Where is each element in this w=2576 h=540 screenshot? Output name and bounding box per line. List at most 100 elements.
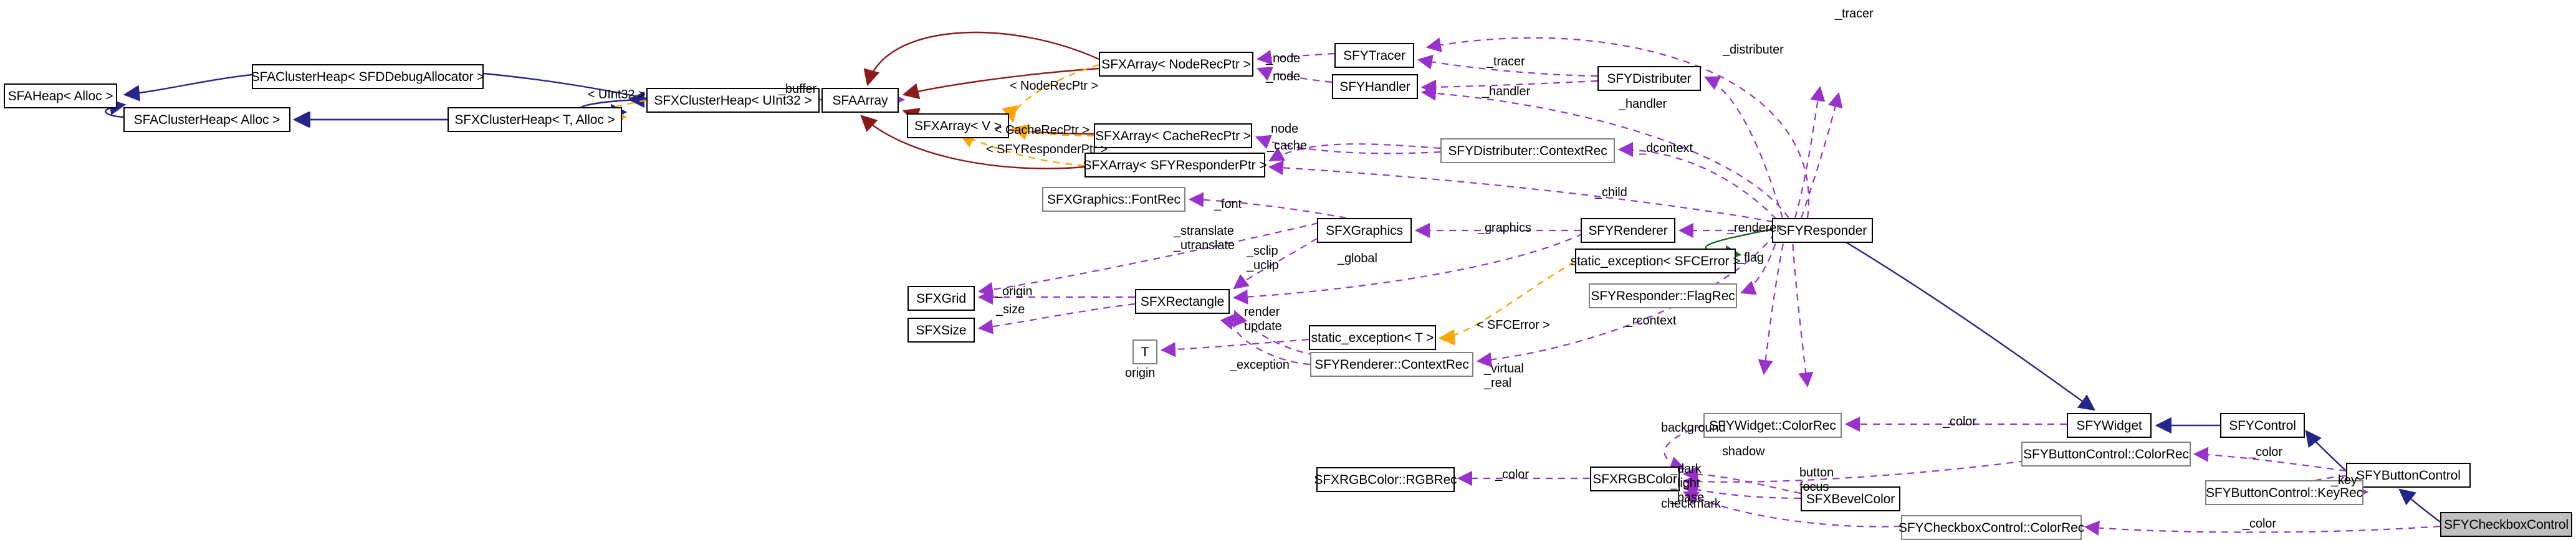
edge-label-background: background [1661, 421, 1726, 435]
edge-label-node-2: _node [1266, 70, 1301, 83]
class-node-sfxarray-sfyresponderptr[interactable]: SFXArray< SFYResponderPtr > [1083, 153, 1267, 178]
class-node-sfxrectangle[interactable]: SFXRectangle [1135, 289, 1230, 314]
struct-node-sfybuttoncontrol-colorrec[interactable]: SFYButtonControl::ColorRec [2021, 442, 2191, 467]
class-node-sfxsize[interactable]: SFXSize [907, 318, 975, 343]
class-label: SFXRGBColor [1592, 471, 1677, 486]
class-label: SFXRectangle [1140, 294, 1225, 309]
class-node-sfaclusterheap-alloc[interactable]: SFAClusterHeap< Alloc > [123, 107, 290, 132]
edge-label-flag: _flag [1737, 251, 1764, 265]
edge-label-global: _global [1338, 252, 1377, 265]
edge-label-sfyresponderptr: < SFYResponderPtr > [986, 143, 1108, 156]
class-label: static_exception< SFCError > [1570, 253, 1741, 268]
edge-label-color-rgbrec: _color [1495, 468, 1529, 481]
struct-node-sfxgraphics-fontrec[interactable]: SFXGraphics::FontRec [1042, 187, 1185, 212]
struct-node-t-parameter[interactable]: T [1132, 339, 1157, 364]
edge-label-color-checkbox: _color [2243, 517, 2276, 531]
edge-label-sclip-uclip: _sclip _uclip [1247, 244, 1279, 272]
class-node-sfxarray-noderecptr[interactable]: SFXArray< NodeRecPtr > [1099, 52, 1253, 77]
class-node-sfycheckboxcontrol[interactable]: SFYCheckboxControl [2440, 512, 2572, 537]
edge-label-cacherecptr: < CacheRecPtr > [995, 123, 1089, 137]
struct-node-sfyrenderer-contextrec[interactable]: SFYRenderer::ContextRec [1310, 352, 1473, 377]
edge-label-tracer-top: _tracer [1835, 7, 1874, 21]
uml-collaboration-diagram: SFAHeap< Alloc > SFAClusterHeap< SFDDebu… [0, 0, 2576, 540]
class-label: SFXClusterHeap< T, Alloc > [454, 112, 615, 127]
class-label: SFYWidget [2076, 418, 2142, 433]
class-node-sfxrgbcolor-rgbrec[interactable]: SFXRGBColor::RGBRec [1314, 467, 1457, 492]
class-label: SFYDistributer::ContextRec [1448, 143, 1607, 158]
class-label: SFAHeap< Alloc > [7, 88, 113, 103]
class-label: SFXGraphics [1326, 223, 1403, 238]
edge-label-node-1: _node [1266, 52, 1301, 65]
class-label: SFAArray [832, 93, 888, 108]
class-label: SFYResponder [1778, 223, 1867, 238]
class-label: SFYControl [2229, 418, 2296, 433]
edge-label-buffer: _buffer [778, 82, 817, 96]
class-node-sfyresponder[interactable]: SFYResponder [1772, 218, 1873, 243]
class-node-sfycontrol[interactable]: SFYControl [2220, 413, 2305, 438]
class-node-sfydistributer[interactable]: SFYDistributer [1597, 66, 1701, 91]
class-node-sfxgraphics[interactable]: SFXGraphics [1317, 218, 1412, 243]
class-node-sfaheap-alloc[interactable]: SFAHeap< Alloc > [4, 83, 117, 108]
edge-label-exception: _exception [1230, 358, 1290, 372]
edge-label-stranslate-utranslate: _stranslate _utranslate [1174, 224, 1235, 252]
class-label: SFXRGBColor::RGBRec [1314, 472, 1457, 487]
edge-label-node-3: node [1271, 122, 1299, 136]
class-node-sfytracer[interactable]: SFYTracer [1334, 43, 1414, 68]
edge-label-origin: _origin [995, 285, 1033, 298]
class-node-sfywidget[interactable]: SFYWidget [2067, 413, 2152, 438]
class-node-sfyhandler[interactable]: SFYHandler [1332, 74, 1418, 99]
edge-label-tracer: _tracer [1487, 55, 1525, 69]
class-label: SFYCheckboxControl::ColorRec [1898, 520, 2085, 535]
edge-label-noderecptr: < NodeRecPtr > [1010, 79, 1099, 93]
edge-label-key: _key [2331, 473, 2357, 487]
edge-label-size: _size [996, 303, 1025, 316]
class-label: SFYButtonControl [2356, 468, 2461, 483]
class-label: SFAClusterHeap< Alloc > [133, 112, 280, 127]
class-label: SFXArray< V > [914, 118, 1002, 133]
edge-label-render-update: render update [1244, 305, 1282, 333]
class-node-sfxarray-v[interactable]: SFXArray< V > [907, 113, 1009, 138]
class-node-sfxarray-cacherecptr[interactable]: SFXArray< CacheRecPtr > [1094, 123, 1252, 148]
class-node-sfxclusterheap-t-alloc[interactable]: SFXClusterHeap< T, Alloc > [448, 107, 622, 132]
class-label: SFYButtonControl::ColorRec [2023, 447, 2189, 462]
class-label: SFYResponder::FlagRec [1591, 288, 1735, 303]
edge-label-shadow: shadow [1722, 445, 1765, 458]
class-label: SFXArray< CacheRecPtr > [1095, 128, 1251, 143]
class-label: SFXArray< NodeRecPtr > [1101, 57, 1251, 72]
edge-label-uint32: < UInt32 > [588, 88, 646, 102]
edge-label-graphics: _graphics [1478, 221, 1531, 235]
class-node-sfaclusterheap-sfddebugallocator[interactable]: SFAClusterHeap< SFDDebugAllocator > [251, 64, 484, 89]
edge-label-child: _child [1595, 186, 1627, 199]
class-label: static_exception< T > [1311, 330, 1434, 345]
class-label: SFYWidget::ColorRec [1709, 418, 1836, 433]
edge-label-origin-2: origin [1125, 366, 1156, 380]
edge-label-virtual-real: _virtual _real [1484, 362, 1524, 390]
struct-node-sfyresponder-flagrec[interactable]: SFYResponder::FlagRec [1589, 283, 1737, 308]
class-label: SFYDistributer [1607, 71, 1692, 86]
struct-node-sfycheckboxcontrol-colorrec[interactable]: SFYCheckboxControl::ColorRec [1898, 515, 2085, 540]
class-node-sfaarray[interactable]: SFAArray [821, 88, 899, 113]
edge-label-button-focus: button focus [1799, 466, 1834, 494]
edge-label-sfcerror: < SFCError > [1477, 318, 1550, 332]
edge-label-color-button: _color [2249, 445, 2282, 459]
class-node-static-exception-t[interactable]: static_exception< T > [1309, 325, 1436, 350]
edge-label-handler-2: _handler [1619, 97, 1667, 111]
class-node-static-exception-sfcerror[interactable]: static_exception< SFCError > [1571, 249, 1740, 273]
class-node-sfxgrid[interactable]: SFXGrid [907, 286, 975, 311]
class-label: SFYButtonControl::KeyRec [2205, 485, 2363, 500]
edge-label-checkmark: checkmark [1661, 497, 1721, 511]
class-label: T [1141, 344, 1149, 359]
edge-label-font: _font [1214, 197, 1242, 211]
edge-label-color-widget: _color [1943, 415, 1976, 429]
class-label: SFYRenderer::ContextRec [1314, 357, 1469, 372]
edge-label-dcontext: _dcontext [1639, 141, 1693, 155]
class-node-sfybuttoncontrol[interactable]: SFYButtonControl [2346, 463, 2471, 488]
class-node-sfxrgbcolor[interactable]: SFXRGBColor [1590, 467, 1680, 491]
edge-label-cache: _cache [1267, 139, 1307, 153]
class-label: SFYRenderer [1588, 223, 1668, 238]
class-label: SFXSize [916, 323, 967, 338]
class-node-sfyrenderer[interactable]: SFYRenderer [1581, 218, 1675, 243]
struct-node-sfydistributer-contextrec[interactable]: SFYDistributer::ContextRec [1440, 138, 1615, 163]
class-label: SFXArray< SFYResponderPtr > [1083, 158, 1267, 173]
edge-label-handler: _handler [1482, 85, 1531, 98]
